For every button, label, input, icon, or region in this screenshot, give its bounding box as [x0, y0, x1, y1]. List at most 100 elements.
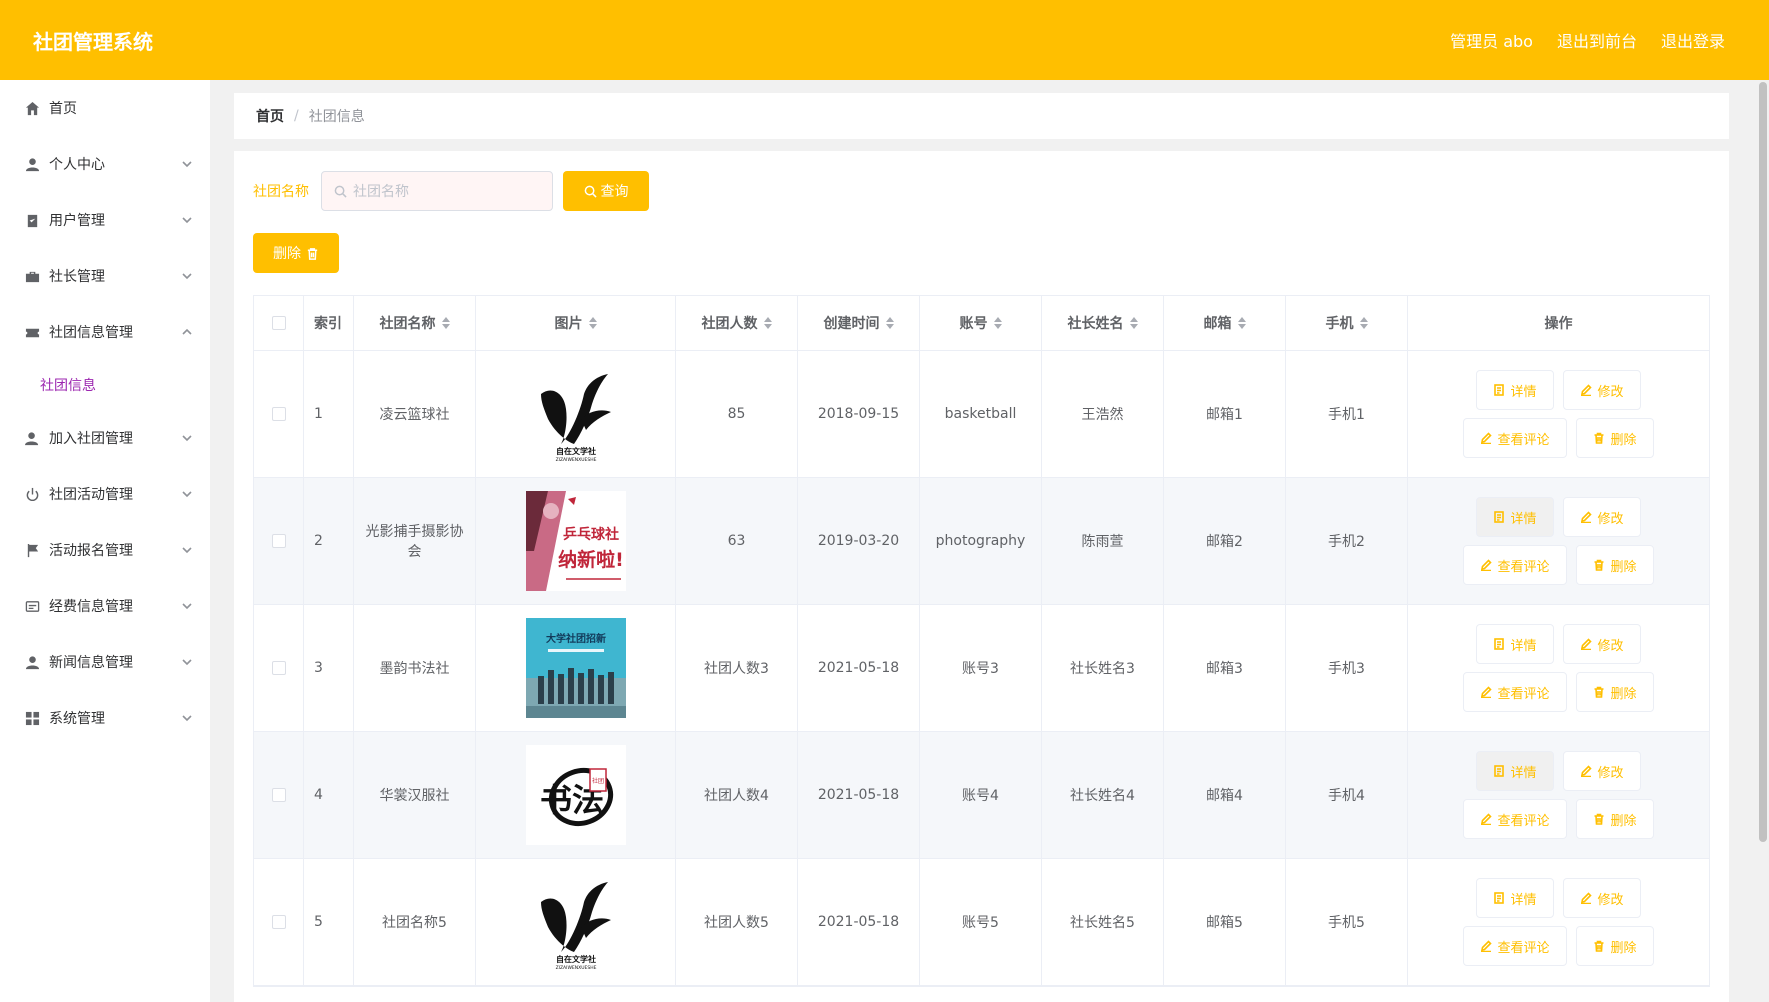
cell-account: photography — [920, 478, 1042, 604]
view-review-button[interactable]: 查看评论 — [1463, 799, 1567, 839]
sidebar-item-news-management[interactable]: 新闻信息管理 — [0, 634, 210, 690]
edit-button[interactable]: 修改 — [1563, 497, 1641, 537]
sidebar-item-label: 活动报名管理 — [49, 543, 133, 559]
select-all-checkbox[interactable] — [271, 316, 286, 330]
pencil-icon — [1481, 940, 1493, 952]
edit-button[interactable]: 修改 — [1563, 370, 1641, 410]
logo-text-cn: 自在文学社 — [556, 446, 596, 456]
header-label: 创建时间 — [823, 316, 880, 332]
pencil-icon — [1581, 892, 1593, 904]
sidebar-item-label: 个人中心 — [49, 157, 105, 173]
sidebar-item-join-club-management[interactable]: 加入社团管理 — [0, 410, 210, 466]
sidebar-item-activity-management[interactable]: 社团活动管理 — [0, 466, 210, 522]
cell-actions: 详情 修改查看评论 删除 — [1408, 351, 1709, 477]
delete-button[interactable]: 删除 — [1576, 418, 1654, 458]
club-image-logo-literary: 自在文学社 ZIZAIWENXUESHE — [525, 364, 626, 464]
delete-button[interactable]: 删除 — [1576, 545, 1654, 585]
action-group: 详情 修改查看评论 删除 — [1463, 497, 1654, 585]
club-table: 索引 社团名称 图片 社团人数 创建时间 账号 社长姓名 邮箱 手机 操作 1凌… — [253, 295, 1710, 987]
delete-button[interactable]: 删除 — [1576, 926, 1654, 966]
breadcrumb-separator: / — [294, 108, 299, 124]
page-scrollbar[interactable] — [1757, 80, 1769, 1002]
header-member-count[interactable]: 社团人数 — [676, 296, 798, 350]
scrollbar-thumb[interactable] — [1759, 82, 1767, 842]
sort-icon[interactable] — [885, 317, 894, 329]
sort-icon[interactable] — [1359, 317, 1368, 329]
sidebar-item-user-management[interactable]: 用户管理 — [0, 192, 210, 248]
review-label: 查看评论 — [1497, 559, 1550, 575]
sort-icon[interactable] — [1129, 317, 1138, 329]
row-checkbox[interactable] — [271, 534, 286, 548]
detail-button[interactable]: 详情 — [1476, 624, 1554, 664]
cell-phone: 手机1 — [1286, 351, 1408, 477]
sort-icon[interactable] — [993, 317, 1002, 329]
edit-button[interactable]: 修改 — [1563, 878, 1641, 918]
detail-button[interactable]: 详情 — [1476, 878, 1554, 918]
sidebar-item-label: 社长管理 — [49, 269, 105, 285]
sidebar-item-system-management[interactable]: 系统管理 — [0, 690, 210, 746]
detail-button[interactable]: 详情 — [1476, 751, 1554, 791]
header-leader-name[interactable]: 社长姓名 — [1042, 296, 1164, 350]
action-line: 详情 修改 — [1476, 497, 1641, 537]
sidebar-item-leader-management[interactable]: 社长管理 — [0, 248, 210, 304]
sidebar-item-funding-management[interactable]: 经费信息管理 — [0, 578, 210, 634]
row-checkbox[interactable] — [271, 661, 286, 675]
cell-email: 邮箱5 — [1164, 859, 1286, 985]
view-review-button[interactable]: 查看评论 — [1463, 545, 1567, 585]
sidebar-item-club-info-management[interactable]: 社团信息管理 — [0, 304, 210, 360]
delete-button[interactable]: 删除 — [1576, 799, 1654, 839]
detail-button[interactable]: 详情 — [1476, 497, 1554, 537]
header-phone[interactable]: 手机 — [1286, 296, 1408, 350]
view-review-button[interactable]: 查看评论 — [1463, 926, 1567, 966]
review-label: 查看评论 — [1497, 432, 1550, 448]
edit-button[interactable]: 修改 — [1563, 751, 1641, 791]
edit-button[interactable]: 修改 — [1563, 624, 1641, 664]
view-review-button[interactable]: 查看评论 — [1463, 672, 1567, 712]
search-label: 社团名称 — [253, 184, 309, 200]
header-created-time[interactable]: 创建时间 — [798, 296, 920, 350]
sort-icon[interactable] — [763, 317, 772, 329]
cell-image: 书法 社团 — [476, 732, 676, 858]
row-select-cell — [254, 351, 304, 477]
query-button[interactable]: 查询 — [563, 171, 649, 211]
chevron-up-icon — [182, 325, 192, 335]
search-input[interactable]: 社团名称 — [321, 171, 553, 211]
logout-link[interactable]: 退出登录 — [1661, 28, 1725, 52]
sidebar-item-home[interactable]: 首页 — [0, 80, 210, 136]
header-image[interactable]: 图片 — [476, 296, 676, 350]
chevron-down-icon — [182, 543, 192, 554]
sort-icon[interactable] — [1237, 317, 1246, 329]
cell-image: 自在文学社 ZIZAIWENXUESHE — [476, 351, 676, 477]
admin-user-label[interactable]: 管理员 abo — [1450, 28, 1533, 52]
cell-leader-name: 陈雨萱 — [1042, 478, 1164, 604]
detail-label: 详情 — [1510, 384, 1537, 400]
trash-icon — [1594, 813, 1604, 825]
header-club-name[interactable]: 社团名称 — [354, 296, 476, 350]
trash-icon — [1594, 432, 1604, 444]
sort-icon[interactable] — [441, 317, 450, 329]
cell-leader-name: 王浩然 — [1042, 351, 1164, 477]
sidebar-item-signup-management[interactable]: 活动报名管理 — [0, 522, 210, 578]
row-checkbox[interactable] — [271, 915, 286, 929]
detail-button[interactable]: 详情 — [1476, 370, 1554, 410]
header-label: 邮箱 — [1203, 316, 1232, 332]
exit-to-front-link[interactable]: 退出到前台 — [1557, 28, 1637, 52]
row-checkbox[interactable] — [271, 788, 286, 802]
batch-delete-button[interactable]: 删除 — [253, 233, 339, 273]
header-email[interactable]: 邮箱 — [1164, 296, 1286, 350]
cell-account: 账号5 — [920, 859, 1042, 985]
cell-phone: 手机4 — [1286, 732, 1408, 858]
view-review-button[interactable]: 查看评论 — [1463, 418, 1567, 458]
content-panel: 社团名称 社团名称 查询 删除 索引 社团名称 图片 社团人数 创建时间 账号 — [234, 151, 1729, 1002]
action-line: 详情 修改 — [1476, 624, 1641, 664]
row-checkbox[interactable] — [271, 407, 286, 421]
cell-club-name: 社团名称5 — [354, 859, 476, 985]
delete-button[interactable]: 删除 — [1576, 672, 1654, 712]
sidebar-item-personal-center[interactable]: 个人中心 — [0, 136, 210, 192]
breadcrumb-home[interactable]: 首页 — [256, 106, 284, 126]
sort-icon[interactable] — [588, 317, 597, 329]
header-account[interactable]: 账号 — [920, 296, 1042, 350]
action-group: 详情 修改查看评论 删除 — [1463, 878, 1654, 966]
action-group: 详情 修改查看评论 删除 — [1463, 370, 1654, 458]
sidebar-subitem-club-info[interactable]: 社团信息 — [0, 360, 210, 410]
